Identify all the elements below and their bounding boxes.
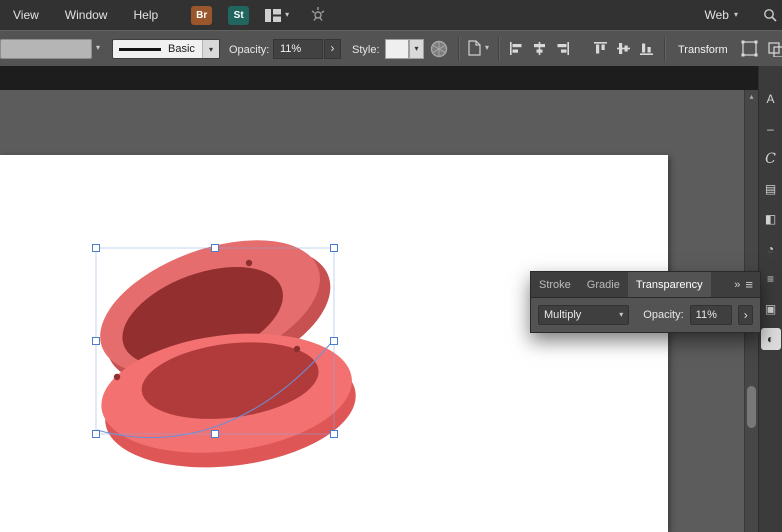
tab-gradient[interactable]: Gradie [579, 272, 628, 297]
menu-help[interactable]: Help [120, 0, 171, 30]
blend-mode-value: Multiply [544, 309, 582, 321]
scrollbar-thumb[interactable] [747, 386, 756, 428]
chevron-down-icon: ▾ [285, 10, 290, 19]
scroll-up-arrow-icon[interactable]: ▴ [745, 92, 758, 101]
artboard[interactable] [0, 155, 668, 532]
appearance-panel-icon[interactable]: – [761, 118, 781, 140]
align-bottom-icon[interactable] [638, 40, 655, 57]
menu-view[interactable]: View [0, 0, 52, 30]
opacity-input[interactable]: 11% [273, 39, 323, 59]
document-icon [468, 40, 481, 56]
transparency-panel: Stroke Gradie Transparency » ≡ Multiply … [530, 271, 761, 333]
chevron-down-icon[interactable]: ▾ [409, 39, 424, 59]
artboards-panel-icon[interactable]: A [761, 88, 781, 110]
panel-menu-icon[interactable]: ≡ [745, 277, 753, 292]
chevron-down-icon: ▾ [485, 43, 490, 52]
align-left-icon[interactable] [508, 40, 525, 57]
opacity-flyout-button[interactable]: › [324, 39, 341, 59]
columns-icon [265, 8, 282, 22]
tab-spacer [711, 272, 735, 297]
color-panel-icon[interactable]: C [761, 148, 781, 170]
search-icon[interactable] [762, 7, 778, 23]
panel-dock: A – C ▤ ◧ ◔ ≡ ▣ ◐ [758, 66, 782, 532]
panel-opacity-input[interactable]: 11% [689, 305, 733, 325]
layers-panel-icon[interactable]: ≡ [761, 268, 781, 290]
opacity-label: Opacity: [229, 44, 270, 56]
tab-stroke[interactable]: Stroke [531, 272, 579, 297]
transparency-panel-icon[interactable]: ◐ [760, 328, 781, 350]
transform-link[interactable]: Transform [678, 44, 728, 56]
stroke-preview-line [119, 47, 161, 51]
blend-mode-select[interactable]: Multiply ▾ [538, 305, 630, 325]
chevron-down-icon: ▾ [733, 10, 738, 19]
control-bar: ▾ Basic ▾ Opacity: 11% › Style: ▾ ▾ Tran… [0, 30, 782, 66]
chevron-down-icon[interactable]: ▾ [96, 43, 100, 52]
recolor-artwork-icon[interactable] [430, 40, 448, 61]
tab-transparency[interactable]: Transparency [627, 272, 711, 297]
menu-bar: View Window Help Br St ▾ Web ▾ [0, 0, 782, 30]
stock-icon[interactable]: St [228, 5, 250, 25]
bridge-icon[interactable]: Br [191, 5, 213, 25]
stroke-preset-label: Basic [168, 43, 195, 55]
stroke-style-dropdown[interactable]: Basic ▾ [112, 39, 220, 59]
divider [664, 37, 666, 61]
align-right-icon[interactable] [554, 40, 571, 57]
free-transform-icon[interactable] [740, 39, 759, 61]
style-label: Style: [352, 44, 380, 56]
appearance-preview-field[interactable] [0, 39, 92, 59]
chevron-down-icon: ▾ [619, 310, 624, 319]
panel-tab-bar: Stroke Gradie Transparency » ≡ [530, 271, 761, 298]
stroke-panel-icon[interactable]: ◔ [761, 238, 781, 260]
chevron-down-icon[interactable]: ▾ [202, 40, 219, 58]
shape-options-icon[interactable] [768, 40, 782, 60]
panel-opacity-label: Opacity: [643, 309, 684, 321]
document-setup-dropdown[interactable]: ▾ [468, 40, 489, 56]
divider [458, 37, 460, 61]
libraries-panel-icon[interactable]: ▣ [761, 298, 781, 320]
graphic-style-swatch[interactable] [385, 39, 409, 59]
panel-opacity-flyout-button[interactable]: › [738, 305, 754, 325]
align-center-horizontal-icon[interactable] [531, 40, 548, 57]
panel-body: Multiply ▾ Opacity: 11% › [530, 298, 761, 333]
panel-overflow-icon[interactable]: » [734, 279, 740, 291]
align-top-icon[interactable] [592, 40, 609, 57]
workspace-label: Web [704, 8, 729, 22]
illustrator-window: { "menubar": { "menus": ["View", "Window… [0, 0, 782, 532]
gradient-panel-icon[interactable]: ◧ [761, 208, 781, 230]
menu-window[interactable]: Window [52, 0, 121, 30]
workspace-switcher[interactable]: Web ▾ [705, 8, 738, 22]
divider [498, 37, 500, 61]
share-icon[interactable] [309, 6, 327, 24]
workspace-layout-icon[interactable]: ▾ [265, 8, 290, 22]
document-tab-strip [0, 66, 782, 90]
align-center-vertical-icon[interactable] [615, 40, 632, 57]
swatches-panel-icon[interactable]: ▤ [761, 178, 781, 200]
